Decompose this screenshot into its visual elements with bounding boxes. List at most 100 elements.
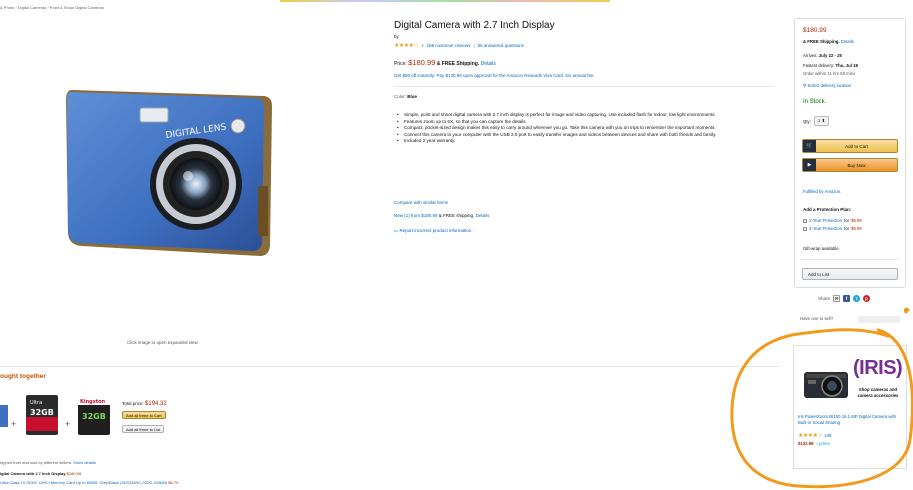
buybox-price: $180.99 xyxy=(803,27,827,34)
new-offers-details-link[interactable]: Details xyxy=(476,213,490,218)
compare-similar-link[interactable]: Compare with similar items xyxy=(394,200,448,205)
delivery-location-link[interactable]: ⚲ Select delivery location xyxy=(803,83,851,89)
buybox-details-link[interactable]: Details xyxy=(841,39,854,44)
sell-one-link[interactable]: Have one to sell? xyxy=(800,316,833,321)
new-offers-link[interactable]: New (1) from $180.99 xyxy=(394,213,438,218)
buybox-shipping-label: & FREE Shipping. xyxy=(803,39,840,44)
ad-price: $132.98 xyxy=(798,441,814,446)
kingston-card-size: 32GB xyxy=(82,412,106,421)
divider xyxy=(394,86,774,87)
fbt-line-item: igital Camera with 2.7 Inch Display $180… xyxy=(0,471,81,476)
sell-on-amazon-button[interactable] xyxy=(858,316,900,323)
share-row: Share ✉ f t p xyxy=(818,295,871,302)
protection-option[interactable]: 2-Year Protection for $5.99 xyxy=(803,218,862,223)
sandisk-card-brand: Ultra xyxy=(30,400,42,406)
twitter-icon[interactable]: t xyxy=(853,295,861,302)
fbt-line-text: igital Camera with 2.7 Inch Display xyxy=(0,471,66,476)
buy-now-button[interactable]: ▶ Buy Now xyxy=(802,158,898,172)
fastest-label: Fastest delivery: xyxy=(803,63,835,68)
protection-label: 3-Year Protection xyxy=(809,226,843,231)
image-caption: Click image to open expanded view xyxy=(127,340,198,345)
product-image[interactable]: DIGITAL LENS xyxy=(62,86,274,262)
quantity-select[interactable]: 1 ⬍ xyxy=(813,116,830,126)
price-label: Price: xyxy=(394,61,407,67)
feature-bullet: Features zoom up to 6X, so that you can … xyxy=(396,119,761,126)
order-within: Order within 11 hrs 59 mins xyxy=(803,71,856,76)
prime-badge: ✓prime xyxy=(815,441,830,446)
add-to-list-button[interactable]: Add to List xyxy=(802,268,898,280)
card-offer-link[interactable]: Get $50 off instantly: Pay $130.99 upon … xyxy=(394,73,595,78)
shipping-details-link[interactable]: Details xyxy=(481,61,496,67)
report-info-link[interactable]: ▭ Report incorrect product information. xyxy=(394,228,473,234)
add-to-cart-button[interactable]: 🛒 Add to Cart xyxy=(802,139,898,153)
fbt-note-text: hipped from and sold by different seller… xyxy=(0,460,72,465)
fulfilled-by-amazon-link[interactable]: Fulfilled by Amazon. xyxy=(803,189,841,194)
color-row: Color: Blue xyxy=(394,94,417,99)
fbt-line-item: Ultra Class 10 SDHC UHS-I Memory Card Up… xyxy=(0,480,178,485)
arrival-row: Arrives: July 22 - 25 xyxy=(803,53,842,58)
fbt-total: Total price: $194.32 xyxy=(122,401,167,407)
ad-product-link[interactable]: Iris PowerZoom BI100 16.1 MP Digital Cam… xyxy=(798,414,904,425)
arrives-date: July 22 - 25 xyxy=(818,53,842,58)
fbt-kingston-card-thumb[interactable]: Kingston 32GB xyxy=(74,393,114,437)
sandisk-card-size: 32GB xyxy=(30,408,54,417)
protection-for: for xyxy=(844,226,850,231)
email-icon[interactable]: ✉ xyxy=(833,295,841,302)
plus-icon: + xyxy=(65,419,71,429)
ad-reviews[interactable]: 248 xyxy=(824,433,831,438)
fbt-line-text[interactable]: Ultra Class 10 SDHC UHS-I Memory Card Up… xyxy=(0,480,167,485)
location-pin-icon: ⚲ xyxy=(803,83,807,88)
pinterest-icon[interactable]: p xyxy=(863,295,871,302)
quantity-label: Qty: xyxy=(803,118,811,124)
divider xyxy=(800,259,900,260)
buybox-shipping: & FREE Shipping. Details xyxy=(803,39,854,44)
fbt-total-label: Total price: xyxy=(122,401,144,406)
fbt-line-price: $6.79 xyxy=(168,480,179,485)
add-all-to-cart-button[interactable]: Add all three to Cart xyxy=(122,411,166,419)
protection-plan-title: Add a Protection Plan: xyxy=(803,207,852,212)
gift-wrap: Gift-wrap available. xyxy=(803,246,840,251)
reviews-link[interactable]: 188 customer reviews xyxy=(427,43,471,48)
color-value: Blue xyxy=(407,94,418,99)
new-offers-shipping: & FREE shipping. xyxy=(438,213,475,218)
buy-now-label: Buy Now xyxy=(847,162,866,168)
facebook-icon[interactable]: f xyxy=(843,295,851,302)
ad-price-row: $132.98 ✓prime xyxy=(798,441,830,447)
color-label: Color: xyxy=(394,94,407,99)
play-icon: ▶ xyxy=(803,159,816,171)
report-info-label: Report incorrect product information. xyxy=(399,228,473,233)
free-shipping: & FREE Shipping. xyxy=(436,61,480,67)
divider xyxy=(0,366,780,367)
fastest-date: Thu, Jul 18 xyxy=(835,63,858,68)
protection-label: 2-Year Protection xyxy=(809,218,843,223)
checkbox[interactable] xyxy=(803,218,807,223)
ad-camera-image[interactable] xyxy=(802,368,850,400)
breadcrumb[interactable]: & Photo › Digital Cameras › Point & Shoo… xyxy=(0,5,104,10)
fbt-sandisk-card-thumb[interactable]: Ultra 32GB xyxy=(20,393,64,437)
product-price: $180.99 xyxy=(408,58,436,67)
protection-price: $5.99 xyxy=(851,218,862,223)
fbt-line-price: $180.99 xyxy=(66,471,82,476)
plus-icon: + xyxy=(11,419,17,429)
ad-rating: ★★★★☆ 248 xyxy=(798,432,832,439)
feature-bullet: Connect this camera to your computer wit… xyxy=(396,132,761,139)
fbt-note: hipped from and sold by different seller… xyxy=(0,460,96,465)
add-all-to-list-button[interactable]: Add all three to List xyxy=(122,425,165,433)
answered-questions-link[interactable]: 56 answered questions xyxy=(478,43,524,48)
chat-icon: ▭ xyxy=(394,228,399,233)
chevron-down-icon: ⬍ xyxy=(821,118,826,123)
product-title: Digital Camera with 2.7 Inch Display xyxy=(394,20,555,31)
stock-status: In Stock. xyxy=(803,99,827,105)
show-details-link[interactable]: Show details xyxy=(73,460,96,465)
top-color-strip xyxy=(280,0,610,2)
quantity-value: 1 xyxy=(817,118,821,123)
rating-row: ★★★★☆ ▾ 188 customer reviews | 56 answer… xyxy=(394,42,524,50)
iris-logo: (IRIS) xyxy=(853,357,903,379)
protection-option[interactable]: 3-Year Protection for $5.99 xyxy=(803,226,862,231)
rating-chevron-icon[interactable]: ▾ xyxy=(421,43,423,49)
checkbox[interactable] xyxy=(803,226,807,231)
fastest-delivery-row: Fastest delivery: Thu, Jul 18 xyxy=(803,63,858,68)
feature-bullets: Simple, point and shoot digital camera w… xyxy=(396,112,761,145)
fbt-camera-thumb[interactable] xyxy=(0,393,8,437)
rating-stars[interactable]: ★★★★☆ xyxy=(394,42,419,49)
